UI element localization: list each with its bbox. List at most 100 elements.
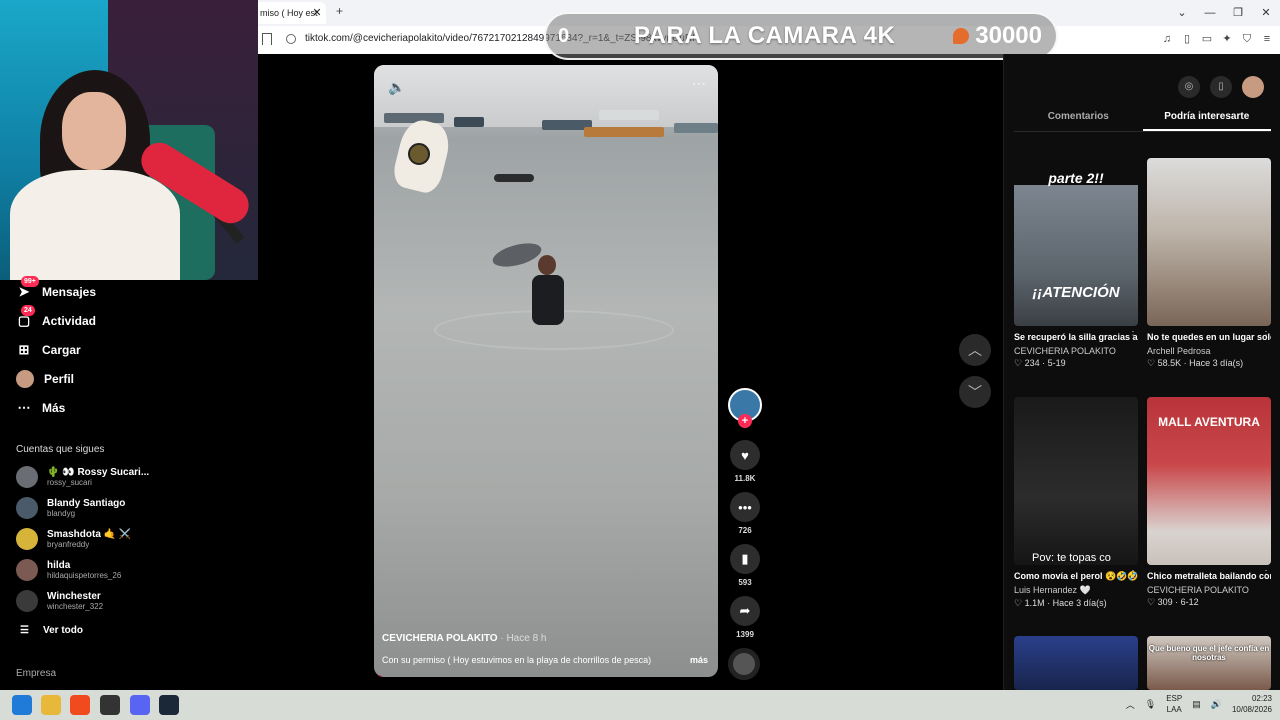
inbox-icon: ▢ 24 [16,305,35,329]
maximize-button[interactable]: ❐ [1224,2,1252,24]
music-icon[interactable]: ♫ [1160,32,1174,46]
microphone-icon[interactable]: 🎙 [1145,699,1156,710]
video-thumbnail [1147,158,1271,326]
card-title: Chico metralleta bailando con la abueli.… [1147,571,1271,581]
clock[interactable]: 02:23 10/08/2026 [1232,693,1272,715]
browser-tab[interactable]: miso ( Hoy est ✕ [258,2,326,24]
tab-podria-interesarte[interactable]: Podría interesarte [1142,104,1271,131]
save-button[interactable]: ▮ 593 [728,544,762,587]
card-date: Hace 3 día(s) [1189,358,1244,368]
panel-tabs: Comentarios Podría interesarte [1014,104,1271,132]
next-video-button[interactable]: ﹀ [959,376,991,408]
volume-icon[interactable]: 🔈 [388,79,405,96]
card-likes: 1.1M [1024,598,1045,608]
sidebar-item-mas[interactable]: ⋯ Más [16,396,66,420]
tab-comentarios[interactable]: Comentarios [1014,104,1143,131]
avatar[interactable] [1242,76,1264,98]
video-progress-bar[interactable] [374,675,381,677]
following-item[interactable]: Winchester winchester_322 [16,590,103,612]
card-author: Archell Pedrosa [1147,346,1211,356]
kebab-menu-icon[interactable]: ⋮ [1261,569,1271,580]
comment-count: 726 [738,526,752,535]
video-thumbnail: Que bueno que el jefe confía en nosotras [1147,636,1271,690]
video-player[interactable]: 🔈 ⋯ CEVICHERIA POLAKITO · Hace 8 h Con s… [374,65,718,677]
chevron-up-icon: ︿ [968,342,982,358]
recommended-card[interactable]: No te quedes en un lugar solo por miedo,… [1147,158,1271,369]
boat [599,110,659,120]
caption-more-button[interactable]: más [690,655,708,665]
wallet-icon[interactable]: ▭ [1200,32,1214,46]
video-thumbnail: Pov: te topas co [1014,397,1138,565]
sidebar-item-perfil[interactable]: Perfil [16,367,74,391]
follow-plus-icon[interactable]: + [738,414,752,428]
obs-icon[interactable] [100,695,120,715]
meta-separator: · [1181,358,1190,368]
sidebar-item-label: Cargar [42,343,81,357]
card-date: 6-12 [1180,597,1199,607]
minimize-button[interactable]: — [1196,2,1224,24]
comment-icon: ••• [730,492,760,522]
phone-icon[interactable]: ▯ [1210,76,1232,98]
windows-start-icon[interactable] [12,695,32,715]
file-explorer-icon[interactable] [41,695,61,715]
following-item[interactable]: Blandy Santiago blandyg [16,497,125,519]
close-window-button[interactable]: ✕ [1252,2,1280,24]
language-indicator[interactable]: ESP LAA [1166,693,1182,715]
bookmark-icon[interactable] [262,33,272,45]
card-likes: 234 [1024,358,1040,368]
network-icon[interactable]: ▤ [1192,699,1201,710]
video-author[interactable]: CEVICHERIA POLAKITO [382,633,498,644]
steam-icon[interactable] [159,695,179,715]
recommended-card[interactable]: Que bueno que el jefe confía en nosotras [1147,636,1271,690]
following-item[interactable]: hilda hildaquispetorres_26 [16,559,121,581]
sidebar-icon[interactable]: ▯ [1180,32,1194,46]
sidebar-item-label: Actividad [42,314,97,328]
sidebar-item-mensajes[interactable]: ➤ 99+ Mensajes [16,276,96,304]
kebab-menu-icon[interactable]: ⋮ [1128,569,1138,580]
recommended-card[interactable] [1014,636,1138,690]
extensions-icon[interactable]: ✦ [1220,32,1234,46]
card-author: CEVICHERIA POLAKITO [1147,585,1249,595]
screen: miso ( Hoy est ✕ + ⌄ — ❐ ✕ tiktok.com/@c… [0,0,1280,720]
brave-browser-icon[interactable] [70,695,90,715]
kebab-menu-icon[interactable]: ⋮ [1261,330,1271,341]
recommended-card[interactable]: Pov: te topas co Como movía el perol 😵🤣🤣… [1014,397,1138,609]
discord-icon[interactable] [130,695,150,715]
comment-button[interactable]: ••• 726 [728,492,762,535]
compass-icon[interactable]: ◎ [1178,76,1200,98]
recommended-card[interactable]: MALL AVENTURA Chico metralleta bailando … [1147,397,1271,608]
music-disc-icon[interactable] [728,648,760,680]
card-meta: ♡ 234 · 5-19 [1014,358,1138,369]
new-tab-button[interactable]: + [336,4,343,18]
kebab-menu-icon[interactable]: ⋮ [1128,330,1138,341]
shield-icon[interactable]: ⛉ [1240,32,1254,46]
following-item[interactable]: 🌵 👀 Rossy Sucari... rossy_sucari [16,466,149,488]
menu-icon[interactable]: ≡ [1260,32,1274,46]
meta-separator: · [1044,598,1053,608]
volume-icon[interactable]: 🔊 [1211,699,1222,710]
previous-video-button[interactable]: ︿ [959,334,991,366]
tab-title: miso ( Hoy est [260,8,318,18]
language-code: ESP [1166,694,1183,703]
company-link[interactable]: Empresa [16,668,56,679]
heart-outline-icon: ♡ [1147,358,1158,368]
more-dots-icon: ⋯ [17,400,31,415]
chevron-up-icon[interactable]: ︿ [1126,698,1135,711]
tab-search-button[interactable]: ⌄ [1168,2,1196,24]
sidebar-item-cargar[interactable]: ⊞ Cargar [16,338,81,362]
webcam-streamer-face [62,92,126,170]
following-item[interactable]: Smashdota 🤙 ⚔️ bryanfreddy [16,528,131,550]
right-panel: ◎ ▯ Comentarios Podría interesarte parte… [1003,54,1280,690]
see-all-label: Ver todo [42,625,83,636]
toolbar-icons: ♫ ▯ ▭ ✦ ⛉ ≡ [1160,32,1274,46]
more-options-icon[interactable]: ⋯ [692,75,706,92]
site-info-icon[interactable] [286,34,296,44]
tab-close-icon[interactable]: ✕ [310,2,324,24]
recommended-card[interactable]: parte 2!! ¡¡ATENCIÓN Se recuperó la sill… [1014,158,1138,369]
sidebar-item-actividad[interactable]: ▢ 24 Actividad [16,305,97,333]
card-author: CEVICHERIA POLAKITO [1014,346,1116,356]
share-button[interactable]: ➦ 1399 [728,596,762,639]
see-all-button[interactable]: ☰ Ver todo [20,625,83,636]
following-name: hilda [47,560,71,571]
like-button[interactable]: ♥ 11.8K [728,440,762,483]
